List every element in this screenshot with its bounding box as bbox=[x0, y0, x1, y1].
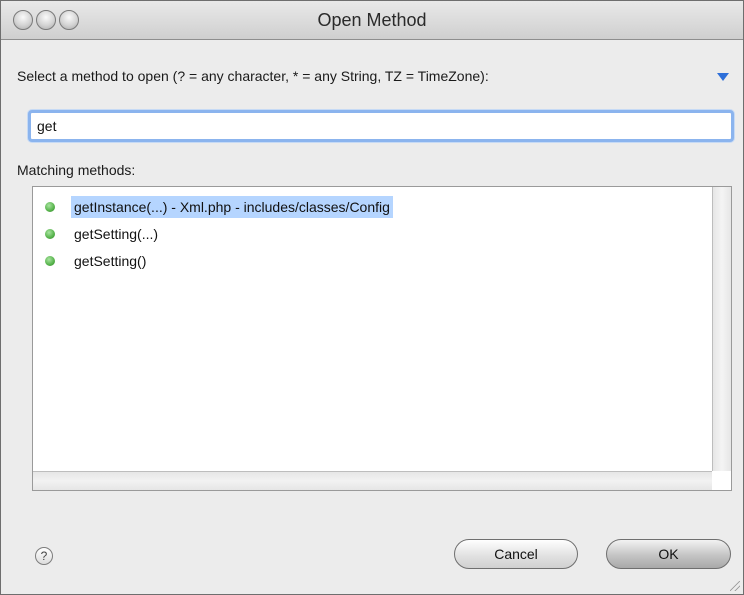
green-dot-icon bbox=[45, 256, 55, 266]
matching-methods-list[interactable]: getInstance(...) - Xml.php - includes/cl… bbox=[32, 186, 732, 491]
horizontal-scrollbar[interactable] bbox=[33, 471, 713, 490]
prompt-label: Select a method to open (? = any charact… bbox=[17, 68, 489, 84]
resize-grip-icon[interactable] bbox=[730, 581, 740, 591]
open-method-dialog: Open Method Select a method to open (? =… bbox=[0, 0, 744, 595]
method-label: getInstance(...) - Xml.php - includes/cl… bbox=[71, 196, 393, 218]
title-bar[interactable]: Open Method bbox=[1, 1, 743, 40]
cancel-button[interactable]: Cancel bbox=[454, 539, 578, 569]
disclosure-triangle-icon[interactable] bbox=[717, 73, 729, 81]
window-title: Open Method bbox=[317, 10, 427, 30]
green-dot-icon bbox=[45, 229, 55, 239]
method-search-input[interactable] bbox=[28, 110, 734, 142]
method-label: getSetting(...) bbox=[74, 226, 159, 242]
methods-list-viewport: getInstance(...) - Xml.php - includes/cl… bbox=[33, 187, 713, 471]
help-icon[interactable]: ? bbox=[35, 547, 53, 565]
ok-button[interactable]: OK bbox=[606, 539, 731, 569]
green-dot-icon bbox=[45, 202, 55, 212]
scrollbar-corner bbox=[712, 471, 731, 490]
method-label: getSetting() bbox=[74, 253, 147, 269]
matching-methods-label: Matching methods: bbox=[17, 162, 136, 178]
vertical-scrollbar[interactable] bbox=[712, 187, 731, 471]
